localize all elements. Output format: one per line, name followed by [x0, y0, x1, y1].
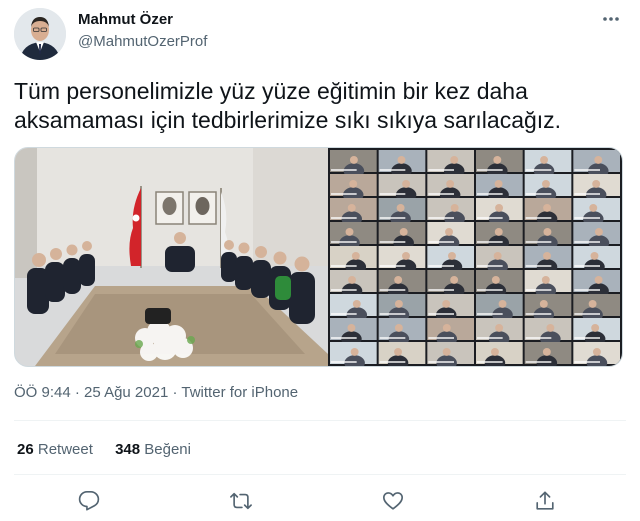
tweet-text-line: Tüm personelimizle yüz yüze eğitimin bir…	[14, 78, 528, 104]
tweet-source[interactable]: Twitter for iPhone	[181, 384, 298, 401]
video-tile	[378, 342, 426, 366]
meta-separator: ·	[172, 384, 178, 401]
tweet-text: Tüm personelimizle yüz yüze eğitimin bir…	[14, 77, 614, 135]
meeting-room-photo	[15, 148, 328, 366]
more-button[interactable]	[596, 6, 626, 32]
video-tile	[476, 342, 523, 366]
video-tile	[524, 342, 572, 366]
more-icon	[603, 17, 619, 21]
tweet-date[interactable]: 25 Ağu 2021	[84, 384, 168, 401]
tweet-meta: ÖÖ 9:44 · 25 Ağu 2021 · Twitter for iPho…	[14, 384, 298, 401]
divider	[14, 420, 626, 421]
action-bar	[0, 486, 640, 516]
divider	[14, 474, 626, 475]
reply-button[interactable]	[72, 486, 106, 516]
author-name[interactable]: Mahmut Özer	[78, 11, 173, 28]
retweets-count: 26	[17, 441, 34, 458]
retweet-button[interactable]	[224, 486, 258, 516]
tweet-media[interactable]	[14, 147, 623, 367]
share-button[interactable]	[528, 486, 562, 516]
video-tile	[330, 342, 377, 366]
tweet-time[interactable]: ÖÖ 9:44	[14, 384, 71, 401]
video-tile	[573, 342, 620, 366]
video-conference-grid	[328, 148, 622, 366]
tweet-stats: 26 Retweet 348 Beğeni	[17, 441, 209, 458]
avatar-image	[14, 8, 66, 60]
retweets-label: Retweet	[37, 441, 93, 458]
video-tile	[427, 342, 474, 366]
likes-stat[interactable]: 348 Beğeni	[115, 441, 191, 458]
tweet-text-line: aksamaması için tedbirlerimize sıkı sıkı…	[14, 107, 562, 133]
retweet-icon	[230, 492, 252, 510]
like-button[interactable]	[376, 486, 410, 516]
retweets-stat[interactable]: 26 Retweet	[17, 441, 97, 458]
likes-count: 348	[115, 441, 141, 458]
avatar[interactable]	[14, 8, 66, 60]
heart-icon	[383, 492, 403, 510]
author-handle[interactable]: @MahmutOzerProf	[78, 33, 207, 50]
meta-separator: ·	[74, 384, 80, 401]
share-icon	[536, 491, 554, 510]
likes-label: Beğeni	[144, 441, 191, 458]
reply-icon	[78, 491, 100, 511]
